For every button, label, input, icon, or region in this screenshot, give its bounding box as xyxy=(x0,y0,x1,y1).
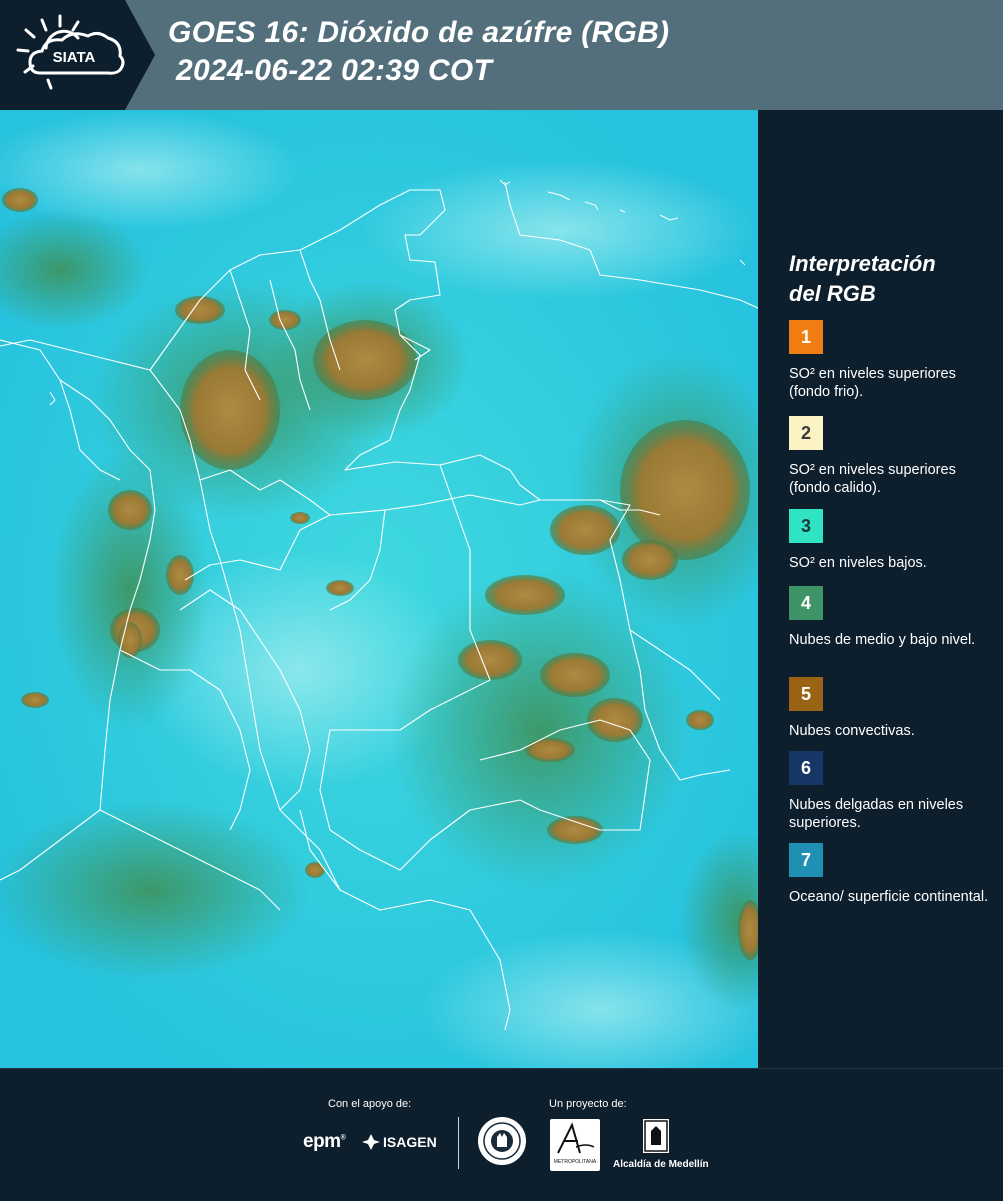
legend-number-4: 4 xyxy=(800,592,811,613)
legend-item-2: 2 SO² en niveles superiores (fondo calid… xyxy=(789,416,994,497)
legend-label-6: Nubes delgadas en niveles superiores. xyxy=(789,797,964,831)
legend-number-3: 3 xyxy=(800,515,811,536)
legend-item-7: 7 Oceano/ superficie continental. xyxy=(789,843,994,906)
epm-logo-text: epm xyxy=(303,1131,341,1152)
footer-sponsors: Con el apoyo de: Un proyecto de: epm® IS… xyxy=(0,1068,1003,1201)
isagen-logo-text: ISAGEN xyxy=(383,1134,437,1150)
isagen-icon xyxy=(362,1134,380,1150)
legend-number-2: 2 xyxy=(800,422,811,443)
isagen-logo[interactable]: ISAGEN xyxy=(362,1133,437,1151)
legend-item-6: 6 Nubes delgadas en niveles superiores. xyxy=(789,751,994,832)
area-metropolitana-logo[interactable]: METROPOLITANA xyxy=(550,1119,600,1171)
footer-divider xyxy=(458,1117,459,1169)
legend-item-5: 5 Nubes convectivas. xyxy=(789,677,994,740)
legend-item-4: 4 Nubes de medio y bajo nivel. xyxy=(789,586,994,649)
legend-swatch-3: 3 xyxy=(789,509,823,543)
legend-label-1: SO² en niveles superiores (fondo frio). xyxy=(789,366,956,400)
legend-number-5: 5 xyxy=(800,683,811,704)
project-label: Un proyecto de: xyxy=(549,1098,627,1110)
title-timestamp: 2024-06-22 02:39 COT xyxy=(176,54,493,87)
legend-number-6: 6 xyxy=(800,757,811,778)
legend-swatch-6: 6 xyxy=(789,751,823,785)
siata-logo[interactable]: SIATA xyxy=(0,0,155,110)
legend-label-4: Nubes de medio y bajo nivel. xyxy=(789,632,976,648)
legend-label-5: Nubes convectivas. xyxy=(789,723,915,739)
page-title: GOES 16: Dióxido de azúfre (RGB) 2024-06… xyxy=(168,14,669,90)
legend-item-1: 1 SO² en niveles superiores (fondo frio)… xyxy=(789,320,994,401)
satellite-map[interactable] xyxy=(0,110,758,1068)
legend-panel: Interpretación del RGB 1 SO² en niveles … xyxy=(760,110,1003,1068)
alcaldia-shield-icon xyxy=(643,1119,669,1153)
legend-swatch-7: 7 xyxy=(789,843,823,877)
legend-number-1: 1 xyxy=(800,326,811,347)
rgb-composite-image xyxy=(0,110,758,1068)
header-bar: SIATA GOES 16: Dióxido de azúfre (RGB) 2… xyxy=(0,0,1003,110)
legend-title-line2: del RGB xyxy=(789,281,876,306)
legend-swatch-2: 2 xyxy=(789,416,823,450)
alcaldia-logo-text[interactable]: Alcaldía de Medellín xyxy=(613,1159,709,1170)
medellin-seal-logo[interactable] xyxy=(478,1117,526,1165)
legend-title-line1: Interpretación xyxy=(789,251,936,276)
legend-item-3: 3 SO² en niveles bajos. xyxy=(789,509,994,572)
title-product: GOES 16: Dióxido de azúfre (RGB) xyxy=(168,16,670,49)
area-logo-text: METROPOLITANA xyxy=(553,1159,597,1165)
legend-swatch-5: 5 xyxy=(789,677,823,711)
legend-label-2: SO² en niveles superiores (fondo calido)… xyxy=(789,462,956,496)
logo-text: SIATA xyxy=(53,49,96,66)
support-label: Con el apoyo de: xyxy=(328,1098,412,1110)
seal-icon xyxy=(483,1122,521,1160)
legend-swatch-1: 1 xyxy=(789,320,823,354)
legend-label-7: Oceano/ superficie continental. xyxy=(789,889,989,905)
legend-label-3: SO² en niveles bajos. xyxy=(789,555,927,571)
area-icon xyxy=(557,1122,595,1154)
legend-number-7: 7 xyxy=(800,849,811,870)
epm-logo[interactable]: epm® xyxy=(303,1131,346,1153)
logo-background: SIATA xyxy=(0,0,155,110)
legend-title: Interpretación del RGB xyxy=(789,249,936,309)
legend-swatch-4: 4 xyxy=(789,586,823,620)
